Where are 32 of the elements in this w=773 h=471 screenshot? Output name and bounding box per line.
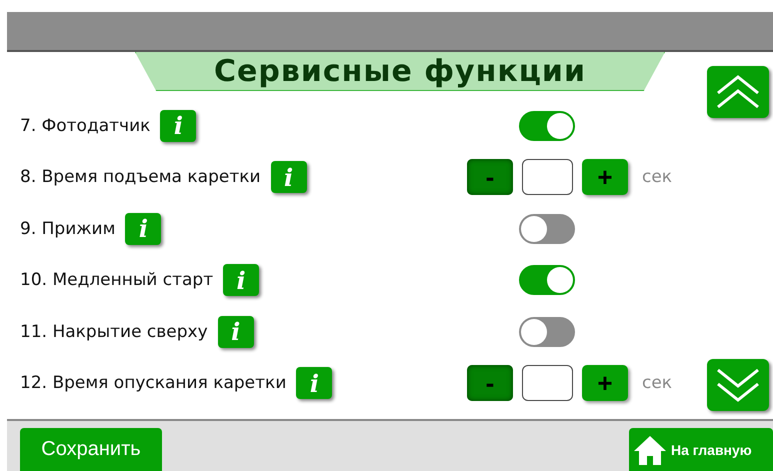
value-field[interactable]: [522, 159, 573, 196]
info-button[interactable]: i: [218, 316, 254, 348]
setting-label: 12. Время опускания каретки: [20, 373, 286, 394]
double-chevron-up-icon: [716, 75, 760, 109]
double-chevron-down-icon: [716, 368, 760, 402]
info-button[interactable]: i: [160, 110, 196, 142]
unit-label: сек: [642, 167, 672, 188]
house-icon: [633, 434, 667, 464]
home-button[interactable]: На главную: [629, 428, 773, 471]
toggle-switch[interactable]: [519, 110, 575, 141]
scroll-down-button[interactable]: [707, 359, 769, 411]
info-button[interactable]: i: [270, 161, 307, 194]
setting-label: 10. Медленный старт: [20, 270, 214, 290]
value-field[interactable]: [522, 365, 573, 402]
toggle-switch[interactable]: [519, 214, 575, 244]
setting-label: 11. Накрытие сверху: [20, 322, 208, 342]
decrement-button[interactable]: -: [467, 159, 513, 196]
info-button[interactable]: i: [223, 264, 260, 296]
info-button[interactable]: i: [125, 212, 162, 245]
toggle-switch[interactable]: [519, 265, 575, 296]
setting-label: 9. Прижим: [20, 218, 116, 239]
setting-label: 7. Фотодатчик: [20, 116, 150, 136]
save-button[interactable]: Сохранить: [20, 428, 162, 471]
page-title: Сервисные функции: [135, 52, 665, 91]
decrement-button[interactable]: -: [467, 365, 513, 402]
scroll-up-button[interactable]: [707, 66, 769, 118]
increment-button[interactable]: +: [582, 365, 628, 402]
unit-label: сек: [642, 373, 672, 394]
increment-button[interactable]: +: [582, 159, 628, 196]
setting-label: 8. Время подъема каретки: [20, 167, 261, 188]
toggle-switch[interactable]: [519, 316, 575, 347]
info-button[interactable]: i: [296, 367, 332, 400]
